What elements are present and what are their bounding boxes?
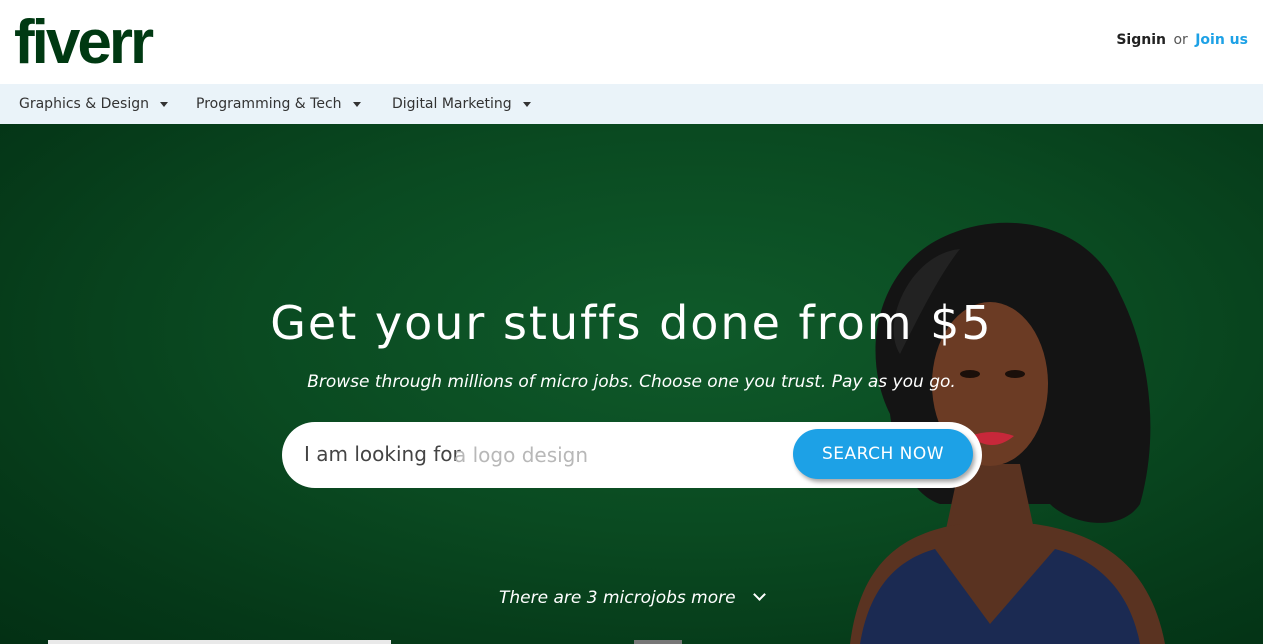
site-header: fiverr Signin or Join us [0,0,1263,84]
carousel-indicator-strip [48,640,391,644]
nav-item-programming-tech[interactable]: Programming & Tech [196,84,361,124]
chevron-down-icon [753,588,766,601]
or-text: or [1173,32,1188,48]
signin-link[interactable]: Signin [1116,32,1166,48]
hero-banner: Get your stuffs done from $5 Browse thro… [0,124,1263,644]
carousel-indicator-dot [634,640,682,644]
nav-item-label: Graphics & Design [19,96,149,112]
search-prefix-label: I am looking for [304,442,461,466]
join-us-link[interactable]: Join us [1195,32,1248,48]
fiverr-logo[interactable]: fiverr [14,12,154,74]
caret-down-icon [159,101,168,107]
category-nav: Graphics & Design Programming & Tech Dig… [0,84,1263,124]
nav-item-digital-marketing[interactable]: Digital Marketing [392,84,531,124]
search-input[interactable] [454,438,784,472]
caret-down-icon [352,101,361,107]
nav-item-graphics-design[interactable]: Graphics & Design [19,84,168,124]
search-bar: I am looking for SEARCH NOW [282,422,982,488]
nav-item-label: Programming & Tech [196,96,342,112]
more-microjobs-text: There are 3 microjobs more [499,588,736,608]
auth-links: Signin or Join us [1116,32,1248,48]
nav-item-label: Digital Marketing [392,96,512,112]
hero-subheadline: Browse through millions of micro jobs. C… [307,372,956,392]
more-microjobs-link[interactable]: There are 3 microjobs more [0,588,1263,608]
hero-headline: Get your stuffs done from $5 [270,296,993,350]
caret-down-icon [522,101,531,107]
search-now-button[interactable]: SEARCH NOW [793,429,973,479]
